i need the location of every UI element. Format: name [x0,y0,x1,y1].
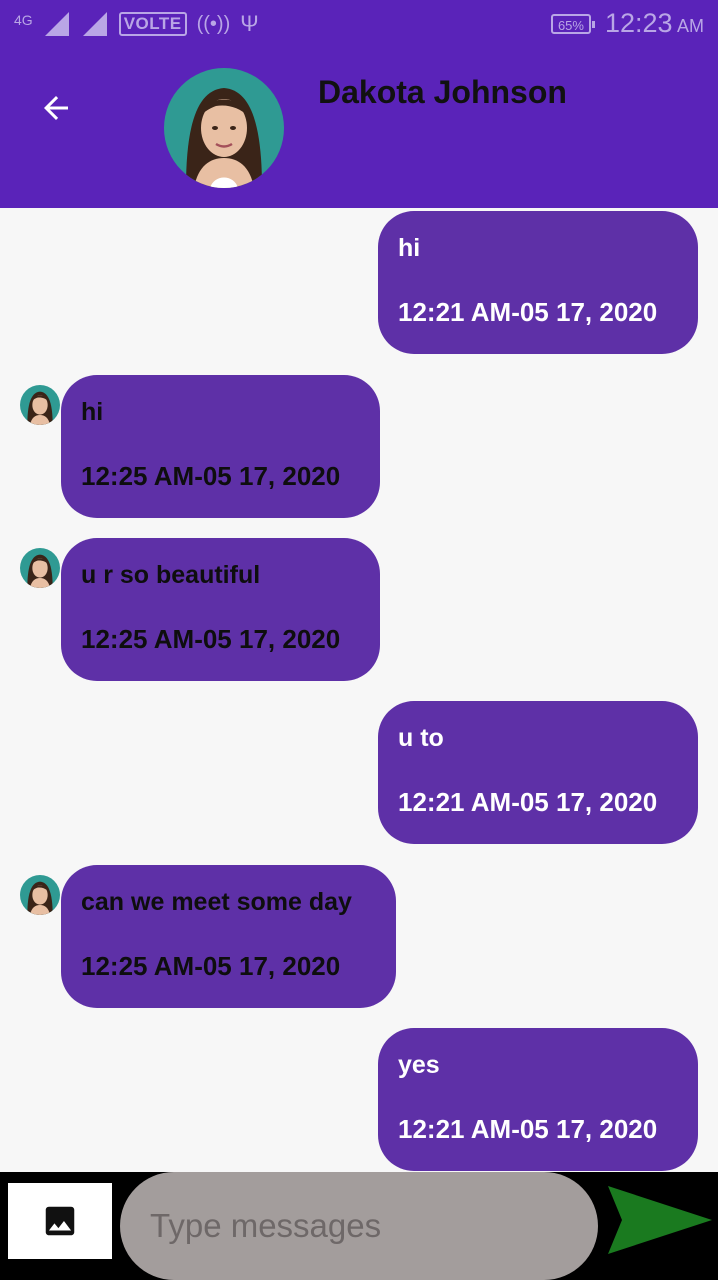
message-input[interactable] [120,1172,598,1280]
send-icon [608,1186,712,1254]
message-text: u to [398,724,444,752]
message-bubble-incoming[interactable]: u r so beautiful 12:25 AM-05 17, 2020 [61,538,380,681]
message-list[interactable]: hi 12:21 AM-05 17, 2020 hi 12:25 AM-05 1… [0,208,718,1172]
network-type: 4G [14,12,33,28]
send-button[interactable] [606,1184,714,1256]
message-bubble-outgoing[interactable]: u to 12:21 AM-05 17, 2020 [378,701,698,844]
image-icon [45,1206,75,1236]
battery-icon: 65% [550,13,595,34]
message-text: hi [398,234,421,262]
arrow-left-icon [44,96,68,120]
message-timestamp: 12:25 AM-05 17, 2020 [81,624,341,654]
message-text: yes [398,1051,440,1079]
message-timestamp: 12:21 AM-05 17, 2020 [398,1114,658,1144]
sender-avatar [20,875,60,915]
hotspot-icon: ((•)) [196,12,231,35]
message-bubble-incoming[interactable]: can we meet some day 12:25 AM-05 17, 202… [61,865,396,1008]
app-bar: Dakota Johnson [0,50,718,208]
message-bubble-outgoing[interactable]: hi 12:21 AM-05 17, 2020 [378,211,698,354]
clock: 12:23 AM [604,8,704,38]
message-timestamp: 12:21 AM-05 17, 2020 [398,297,658,327]
contact-avatar[interactable] [164,68,284,188]
message-text: hi [81,398,104,426]
sender-avatar [20,385,60,425]
message-bubble-outgoing[interactable]: yes 12:21 AM-05 17, 2020 [378,1028,698,1171]
contact-name[interactable]: Dakota Johnson [318,74,567,111]
usb-icon: Ψ [240,11,259,36]
status-bar: 4G VOLTE ((•)) Ψ 65% 12:23 AM [0,0,718,50]
sender-avatar [20,548,60,588]
composer-bar [0,1172,718,1280]
message-text: can we meet some day [81,888,352,916]
attach-image-button[interactable] [8,1183,112,1259]
message-text: u r so beautiful [81,561,261,589]
signal-icon-2 [81,10,109,38]
volte-badge: VOLTE [118,12,187,36]
message-bubble-incoming[interactable]: hi 12:25 AM-05 17, 2020 [61,375,380,518]
message-timestamp: 12:21 AM-05 17, 2020 [398,787,658,817]
message-timestamp: 12:25 AM-05 17, 2020 [81,951,341,981]
message-timestamp: 12:25 AM-05 17, 2020 [81,461,341,491]
signal-icon [43,10,71,38]
back-button[interactable] [28,80,84,136]
